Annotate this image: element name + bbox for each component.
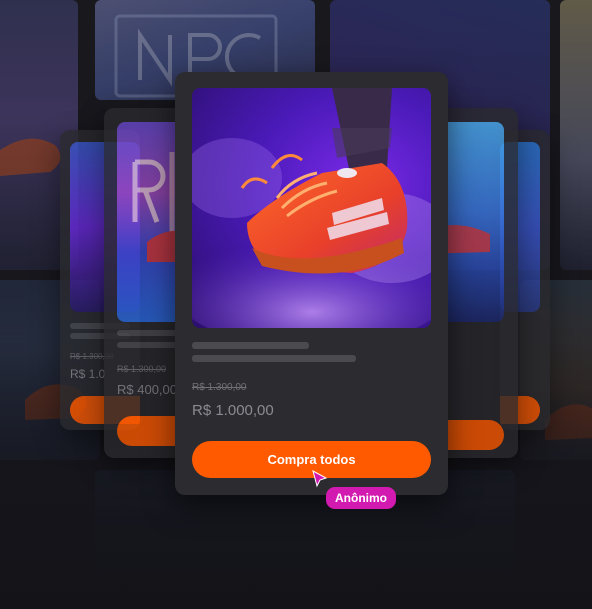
cursor-arrow-icon xyxy=(312,470,328,488)
product-image xyxy=(192,88,431,328)
cursor-name-tag: Anônimo xyxy=(326,487,396,509)
price: R$ 1.0 xyxy=(70,367,106,381)
product-card-main[interactable]: R$ 1.300,00 R$ 1.000,00 Compra todos xyxy=(175,72,448,495)
old-price: R$ 1.300,00 xyxy=(117,364,167,374)
price: R$ 400,00 xyxy=(117,382,177,397)
price: R$ 1.000,00 xyxy=(192,402,274,419)
skeleton-line xyxy=(192,355,356,362)
old-price: R$ 1.300,00 xyxy=(192,382,247,393)
skeleton-line xyxy=(192,342,309,349)
sneaker-photo-graphic xyxy=(192,88,431,328)
